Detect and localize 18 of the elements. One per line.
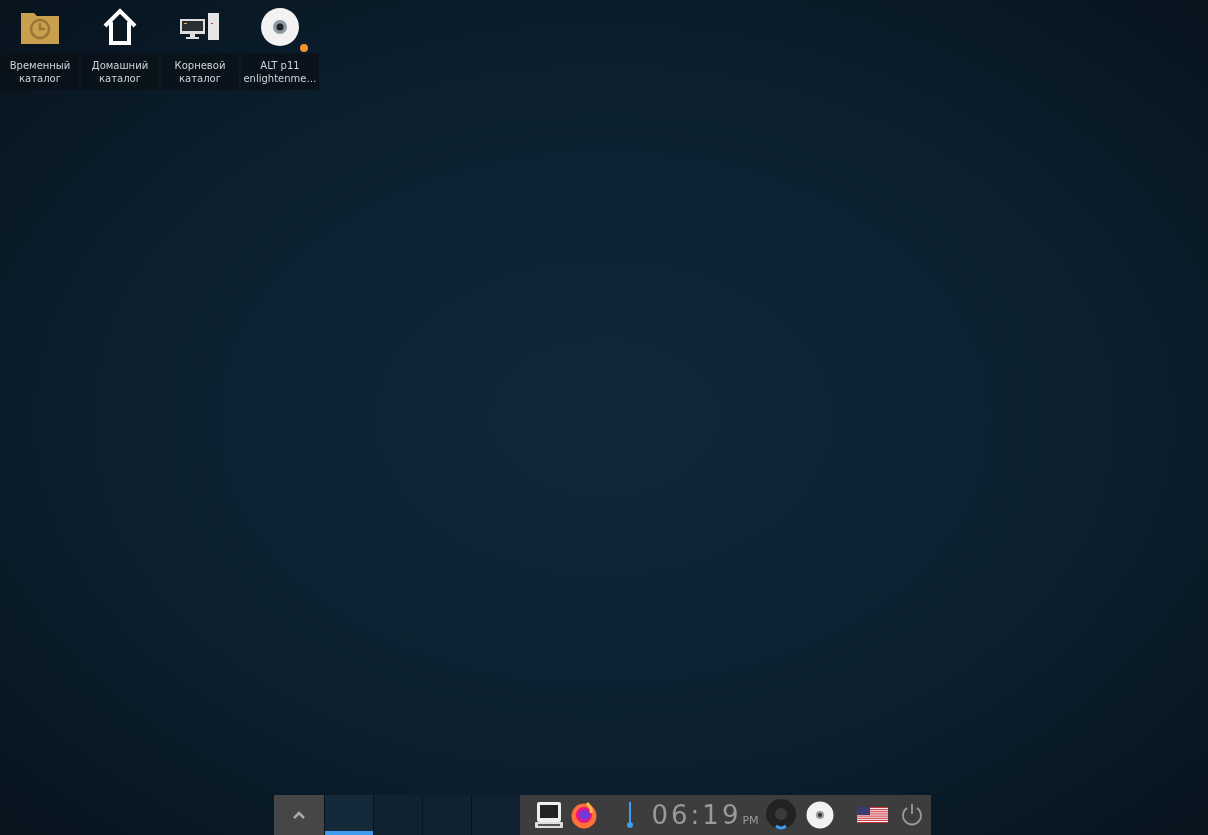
shelf-toggle-button[interactable] <box>273 795 324 835</box>
clock[interactable]: 06:19 PM <box>651 801 759 829</box>
power-icon[interactable] <box>899 803 924 827</box>
disc-icon <box>261 7 299 46</box>
computer-icon[interactable] <box>533 801 564 829</box>
home-icon <box>103 7 137 46</box>
firefox-icon[interactable] <box>569 801 598 829</box>
volume-knob-icon[interactable] <box>764 798 797 832</box>
icon-label[interactable]: ALT p11 enlightenme… <box>241 53 319 90</box>
icon-label[interactable]: Домашний каталог <box>81 53 159 90</box>
disc-icon[interactable] <box>805 801 834 829</box>
us-flag-icon[interactable] <box>856 807 888 823</box>
thermometer-icon <box>625 801 634 829</box>
icon-label[interactable]: Корневой каталог <box>161 53 239 90</box>
virtual-desktop[interactable] <box>323 795 373 835</box>
computer-icon <box>180 12 220 41</box>
chevron-up-icon <box>292 811 305 819</box>
icon-label[interactable]: Временный каталог <box>1 53 79 90</box>
